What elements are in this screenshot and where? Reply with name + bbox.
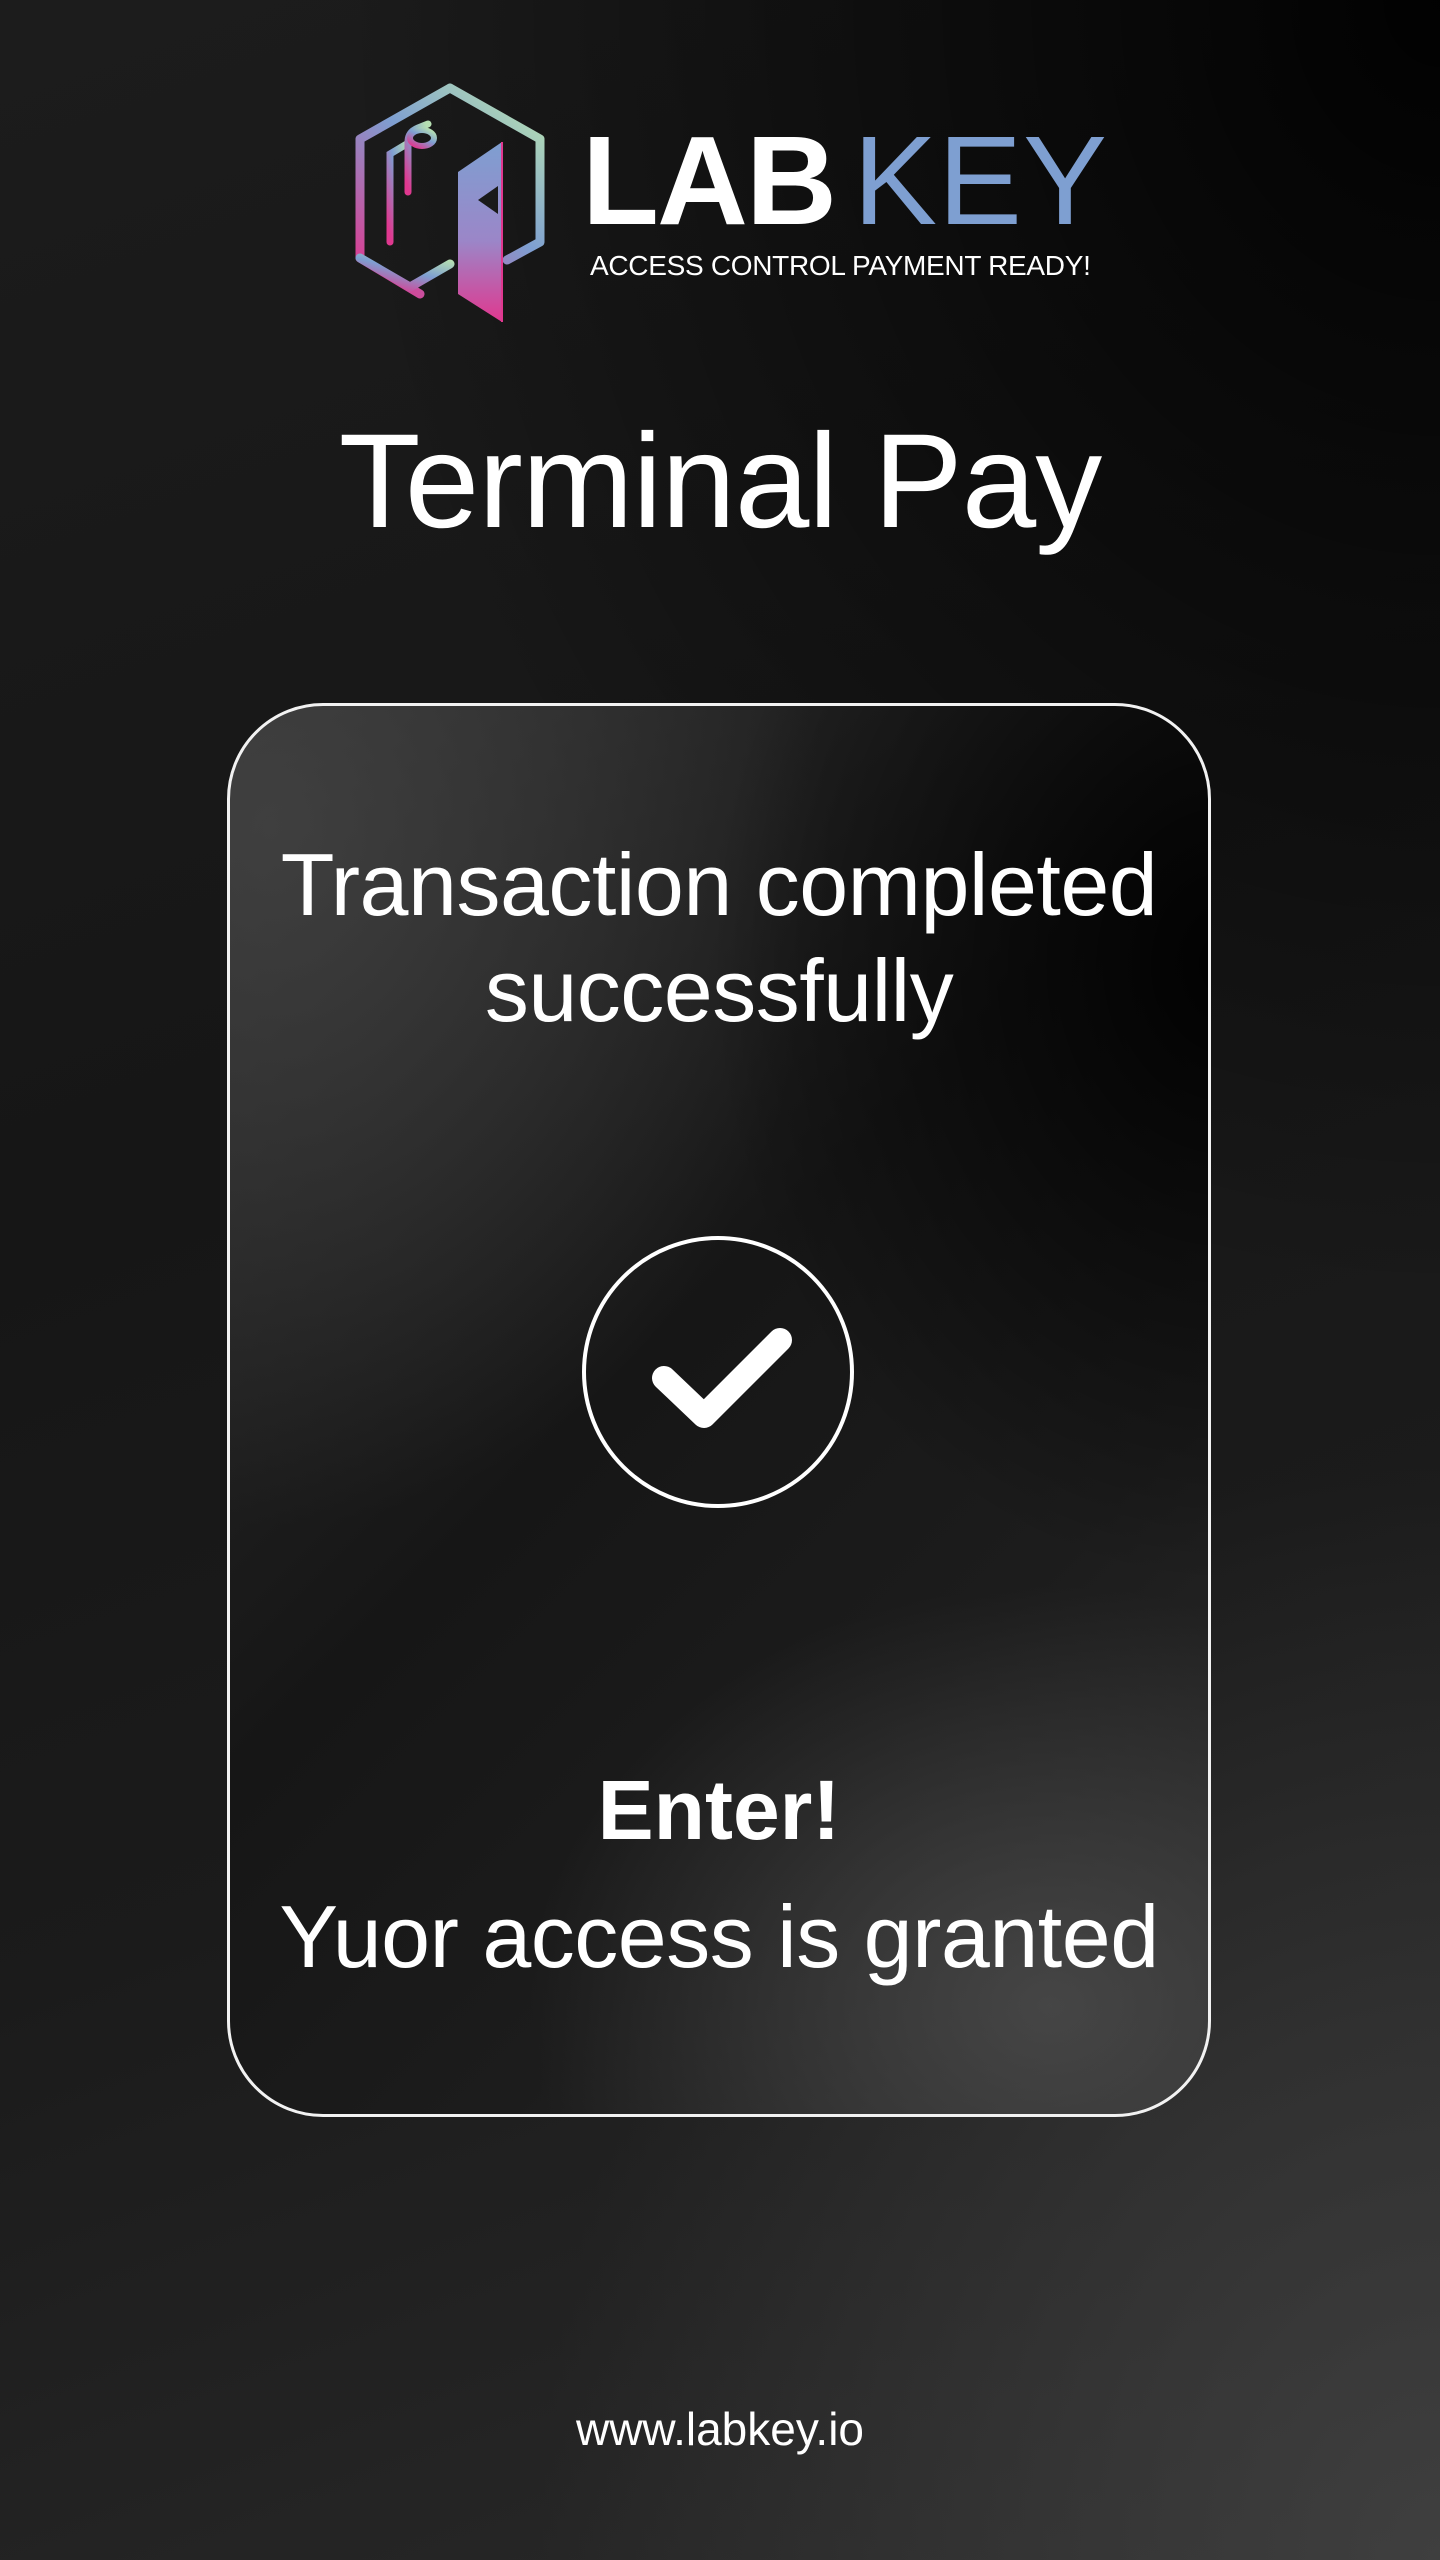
page-title: Terminal Pay <box>338 407 1103 556</box>
transaction-message: Transaction completed successfully <box>230 832 1208 1044</box>
brand-name-light: KEY <box>852 110 1109 251</box>
checkmark-circle-icon <box>582 1236 854 1508</box>
transaction-message-line1: Transaction completed <box>280 835 1158 934</box>
access-granted-message: Yuor access is granted <box>279 1887 1159 1986</box>
brand-logo: LAB KEY ACCESS CONTROL PAYMENT READY! <box>350 82 1107 327</box>
transaction-message-line2: successfully <box>484 941 954 1040</box>
enter-label: Enter! <box>597 1763 841 1857</box>
checkmark-icon <box>652 1328 792 1428</box>
hexagon-door-icon <box>355 83 545 322</box>
transaction-status-card: Transaction completed successfully Enter… <box>227 703 1211 2117</box>
brand-wordmark: LAB KEY <box>582 118 1108 244</box>
brand-name-bold: LAB <box>582 110 837 251</box>
brand-tagline: ACCESS CONTROL PAYMENT READY! <box>590 250 1091 281</box>
website-link[interactable]: www.labkey.io <box>0 2406 1440 2452</box>
